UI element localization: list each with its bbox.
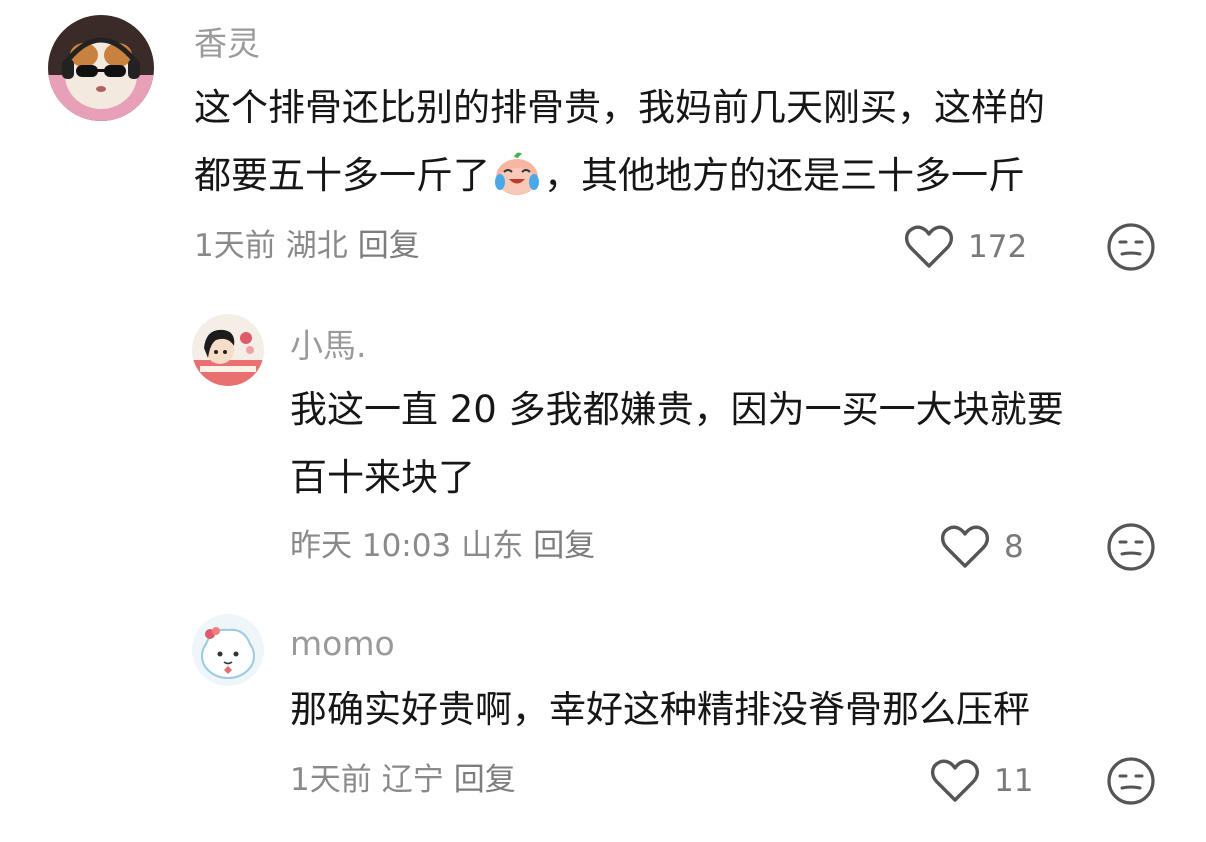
meh-face-icon [1106,756,1156,806]
meh-face-icon [1106,222,1156,272]
comment-item: 香灵 这个排骨还比别的排骨贵，我妈前几天刚买，这样的 都要五十多一斤了 ，其他地… [0,0,1206,290]
comment-username[interactable]: 香灵 [194,24,260,64]
reply-button[interactable]: 回复 [358,228,420,264]
dislike-button[interactable] [1106,756,1156,806]
meh-face-icon [1106,522,1156,572]
like-button[interactable]: 11 [930,756,1033,806]
comment-meta: 1天前 湖北 回复 [194,226,430,266]
comment-text: 我这一直 20 多我都嫌贵，因为一买一大块就要 百十来块了 [290,376,1064,512]
comment-text-segment: 都要五十多一斤了 [194,154,490,197]
crying-laughing-emoji-icon [492,148,542,198]
like-count: 172 [968,229,1028,265]
comment-location: 辽宁 [381,762,444,798]
comment-username[interactable]: 小馬. [290,326,367,366]
comment-username[interactable]: momo [290,624,395,664]
heart-outline-icon [940,524,990,570]
avatar[interactable] [192,314,264,386]
comment-text: 那确实好贵啊，幸好这种精排没脊骨那么压秤 [290,676,1030,744]
reply-comment-item: momo 那确实好贵啊，幸好这种精排没脊骨那么压秤 1天前 辽宁 回复 11 [0,600,1206,842]
heart-outline-icon [930,758,980,804]
comment-meta: 昨天 10:03 山东 回复 [290,526,605,566]
comment-meta: 1天前 辽宁 回复 [290,760,526,800]
reply-button[interactable]: 回复 [533,528,595,564]
comment-text-line: 我这一直 20 多我都嫌贵，因为一买一大块就要 [290,388,1064,431]
dislike-button[interactable] [1106,222,1156,272]
like-count: 8 [1004,529,1024,565]
avatar[interactable] [192,614,264,686]
like-count: 11 [994,763,1034,799]
comment-time: 1天前 [290,762,372,798]
comment-text: 这个排骨还比别的排骨贵，我妈前几天刚买，这样的 都要五十多一斤了 ，其他地方的还… [194,74,1045,210]
comment-text-line: 百十来块了 [290,456,475,499]
comment-text-line: 都要五十多一斤了 ，其他地方的还是三十多一斤 [194,142,1045,210]
reply-button[interactable]: 回复 [454,762,516,798]
comment-time: 昨天 10:03 [290,528,452,564]
reply-comment-item: 小馬. 我这一直 20 多我都嫌贵，因为一买一大块就要 百十来块了 昨天 10:… [0,300,1206,590]
comment-location: 山东 [461,528,524,564]
comment-time: 1天前 [194,228,276,264]
comment-location: 湖北 [285,228,348,264]
comment-text-segment: ，其他地方的还是三十多一斤 [544,154,1025,197]
heart-outline-icon [904,224,954,270]
like-button[interactable]: 172 [904,222,1027,272]
dislike-button[interactable] [1106,522,1156,572]
comment-text-line: 那确实好贵啊，幸好这种精排没脊骨那么压秤 [290,688,1030,731]
avatar[interactable] [48,15,154,121]
comment-text-line: 这个排骨还比别的排骨贵，我妈前几天刚买，这样的 [194,86,1045,129]
like-button[interactable]: 8 [940,522,1024,572]
